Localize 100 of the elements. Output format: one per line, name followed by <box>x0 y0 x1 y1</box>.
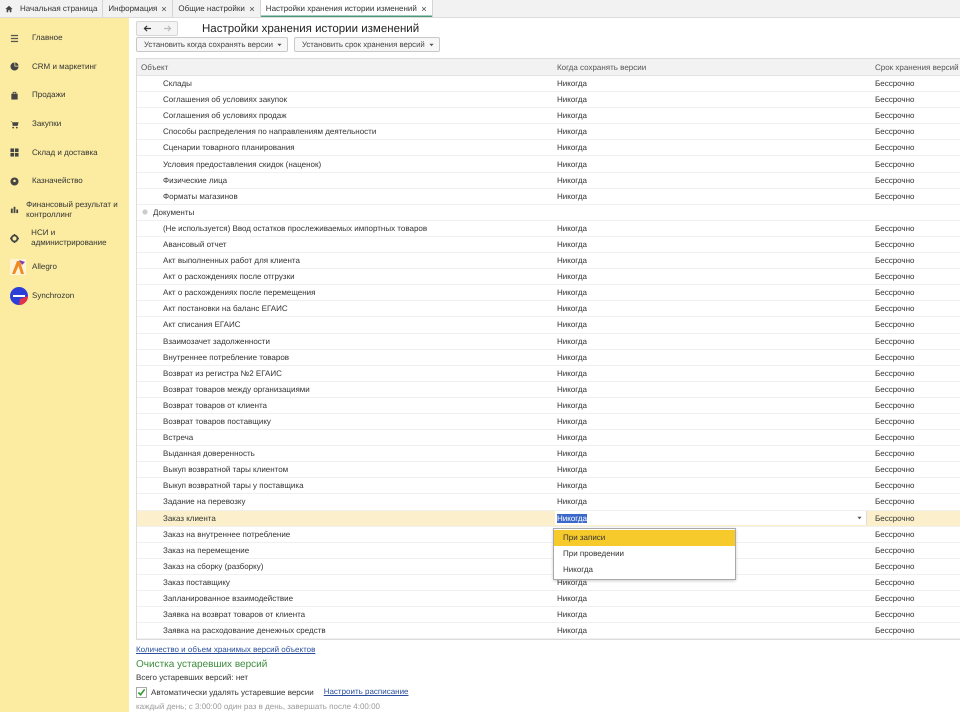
tab[interactable]: Информация <box>103 0 174 17</box>
table-cell-text: Акт постановки на баланс ЕГАИС <box>162 304 288 314</box>
table-cell: Никогда <box>557 143 587 152</box>
table-cell: Никогда <box>557 610 587 620</box>
table-cell: Бессрочно <box>875 384 914 394</box>
table-cell-text: Возврат товаров между организациями <box>162 384 310 394</box>
table-cell-text: Заказ поставщику <box>162 578 230 587</box>
table-cell: Никогда <box>557 240 587 249</box>
table-cell-text: Задание на перевозку <box>162 497 246 506</box>
table-cell-text: Сценарии товарного планирования <box>162 143 295 152</box>
table-cell-text: Способы распределения по направлениям деятельности <box>162 127 376 136</box>
table-cell-text: Акт о расхождениях после отгрузки <box>162 272 295 282</box>
table-cell: Бессрочно <box>875 481 914 490</box>
schedule-text: каждый день; с 3:00:00 один раз в день, завершать после 4:00:00 <box>136 701 380 712</box>
table-cell: Бессрочно <box>875 256 914 266</box>
group-label[interactable]: Документы <box>153 208 194 217</box>
close-icon[interactable] <box>248 6 255 12</box>
selected-row[interactable]: Заказ клиента Никогда Бессрочно <box>137 510 960 527</box>
grid-icon <box>10 148 19 158</box>
table-cell: Никогда <box>557 320 587 330</box>
table-cell: Бессрочно <box>875 127 914 136</box>
table-cell: Никогда <box>557 497 587 506</box>
table-cell: Бессрочно <box>875 546 914 555</box>
table-cell-text: Встреча <box>162 433 194 442</box>
table-cell: Бессрочно <box>875 433 914 442</box>
table-cell: Никогда <box>557 481 587 490</box>
table-cell-text: Авансовый отчет <box>162 240 227 249</box>
table-cell: Никогда <box>557 224 587 233</box>
dropdown-option[interactable]: Никогда <box>554 562 735 578</box>
total-label: Всего устаревших версий: нет <box>136 672 248 684</box>
column-header[interactable]: Объект <box>137 62 553 72</box>
caret-icon[interactable] <box>857 516 862 520</box>
checkbox-label: Автоматически удалять устаревшие версии <box>151 686 314 698</box>
table-cell-text: Форматы магазинов <box>162 192 238 201</box>
table-cell: Никогда <box>557 626 587 636</box>
table-cell-text: Выкуп возвратной тары у поставщика <box>162 481 304 490</box>
table-cell: Бессрочно <box>875 272 914 282</box>
table-cell: Никогда <box>557 304 587 314</box>
sidebar-item[interactable]: НСИ и администрирование <box>31 228 129 248</box>
select-field[interactable]: Никогда <box>555 511 867 526</box>
table-cell: Бессрочно <box>875 562 914 571</box>
table-cell-text: Выкуп возвратной тары клиентом <box>162 465 288 474</box>
table-cell: Никогда <box>557 160 587 169</box>
close-icon[interactable] <box>420 6 427 12</box>
table-cell-text: Заявка на возврат товаров от клиента <box>162 610 306 620</box>
table-cell: Бессрочно <box>875 530 914 539</box>
sidebar-item[interactable]: Продажи <box>32 90 66 100</box>
checkbox[interactable] <box>136 686 147 698</box>
pie-chart-icon <box>10 62 19 72</box>
table-cell: Никогда <box>557 368 587 378</box>
table-cell: Бессрочно <box>875 224 914 233</box>
table-cell: Бессрочно <box>875 514 914 523</box>
sidebar-item[interactable]: Synchrozon <box>32 290 74 301</box>
tab[interactable]: Начальная страница <box>0 0 104 17</box>
tab[interactable]: Настройки хранения истории изменений <box>260 0 433 17</box>
table-cell: Бессрочно <box>875 240 914 249</box>
sidebar-item[interactable]: Allegro <box>32 262 57 272</box>
table-cell: Бессрочно <box>875 465 914 474</box>
table-cell: Бессрочно <box>875 320 914 330</box>
dropdown-option[interactable]: При проведении <box>554 546 735 562</box>
table-cell: Никогда <box>557 111 587 120</box>
table-cell: Бессрочно <box>875 336 914 346</box>
table-cell: Бессрочно <box>875 400 914 410</box>
table-cell: Никогда <box>557 79 587 88</box>
coin-icon <box>10 176 19 186</box>
sidebar-item[interactable]: Финансовый результат и контроллинг <box>26 200 129 220</box>
table-cell: Никогда <box>557 417 587 426</box>
column-header[interactable]: Срок хранения версий <box>871 62 960 72</box>
table-cell: Бессрочно <box>875 368 914 378</box>
sidebar-item[interactable]: Казначейство <box>32 176 83 186</box>
close-icon[interactable] <box>161 6 168 12</box>
table-cell: Никогда <box>557 176 587 185</box>
sidebar-item[interactable]: Закупки <box>32 119 62 130</box>
table-cell-text: Заявка на расходование денежных средств <box>162 626 326 636</box>
versions-link[interactable]: Количество и объем хранимых версий объектов <box>136 644 316 656</box>
table-cell-text: Заказ на перемещение <box>162 546 250 555</box>
sidebar-item[interactable]: CRM и маркетинг <box>32 62 97 72</box>
table-cell: Бессрочно <box>875 610 914 620</box>
home-icon <box>5 4 13 12</box>
dropdown-option[interactable]: При записи <box>554 530 735 546</box>
table-cell-text: Возврат товаров поставщику <box>162 417 271 426</box>
column-header[interactable]: Когда сохранять версии <box>553 62 871 72</box>
sidebar-item[interactable]: Главное <box>32 33 63 44</box>
table-cell: Никогда <box>557 352 587 362</box>
table-cell: Бессрочно <box>875 304 914 314</box>
right-arrow-icon <box>162 25 172 32</box>
table-cell: Никогда <box>557 384 587 394</box>
table-cell: Бессрочно <box>875 449 914 458</box>
table-cell-text: Выданная доверенность <box>162 449 255 458</box>
table-cell: Бессрочно <box>875 192 914 201</box>
table-cell: Бессрочно <box>875 288 914 298</box>
sidebar-item[interactable]: Склад и доставка <box>32 148 98 158</box>
table-cell: Никогда <box>557 256 587 266</box>
table-cell: Никогда <box>557 288 587 298</box>
schedule-link[interactable]: Настроить расписание <box>324 686 408 698</box>
table-cell-text: Запланированное взаимодействие <box>162 594 294 604</box>
table-cell: Никогда <box>557 336 587 346</box>
section-heading: Очистка устаревших версий <box>136 658 268 672</box>
table-cell-text: Внутреннее потребление товаров <box>162 352 290 362</box>
table-cell-text: Возврат товаров от клиента <box>162 400 268 410</box>
